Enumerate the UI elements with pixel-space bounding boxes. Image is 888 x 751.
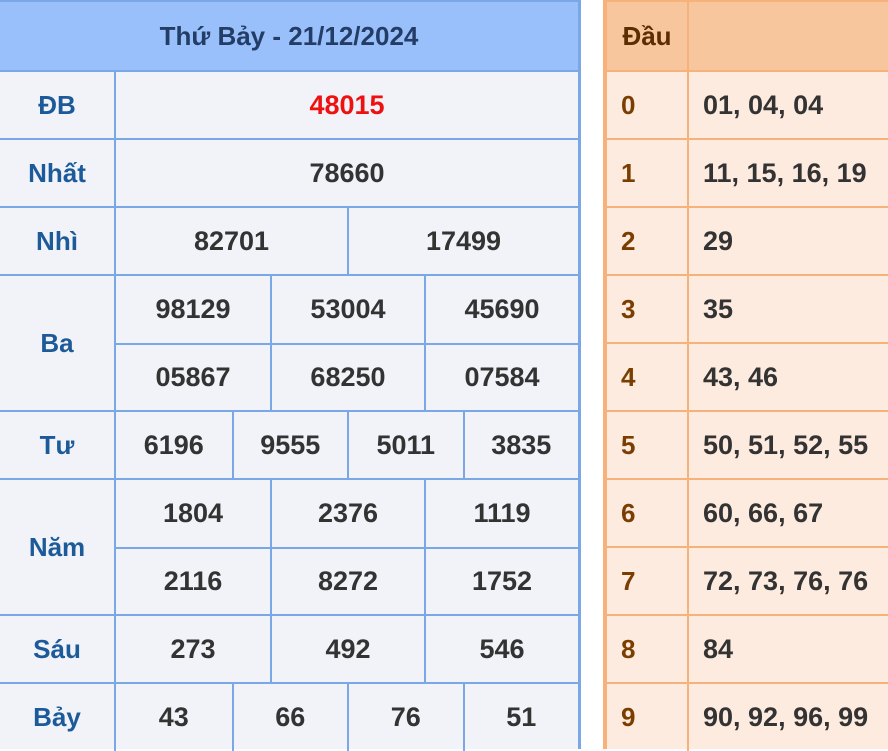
prize-tu-number: 6196 xyxy=(143,429,204,460)
prize-label-nhi: Nhì xyxy=(0,208,116,274)
prize-tu-number: 9555 xyxy=(231,412,348,478)
prize-row-nhi: Nhì 82701 17499 xyxy=(0,208,578,276)
prize-row-nam: Năm 1804 2376 1119 2116 8272 1752 xyxy=(0,480,578,616)
loto-values: 35 xyxy=(703,293,734,324)
loto-dau-digit: 7 xyxy=(607,548,689,614)
prize-nam-number: 1119 xyxy=(423,480,578,547)
prize-ba-number: 98129 xyxy=(155,294,231,324)
prize-bay-number: 76 xyxy=(347,684,463,751)
prize-nhi-number: 17499 xyxy=(347,208,578,274)
prize-nam-number: 2376 xyxy=(269,480,424,547)
loto-dau-digit: 6 xyxy=(607,480,689,546)
prize-ba-number: 45690 xyxy=(423,276,578,343)
loto-row: 1 11, 15, 16, 19 xyxy=(607,140,888,208)
loto-row: 2 29 xyxy=(607,208,888,276)
prize-sau-number: 273 xyxy=(170,633,216,664)
prize-nhi-number: 82701 xyxy=(193,225,270,256)
prize-row-nhat: Nhất 78660 xyxy=(0,140,578,208)
prize-bay-number: 51 xyxy=(462,684,579,751)
prize-db-number: 48015 xyxy=(309,89,385,120)
loto-row: 7 72, 73, 76, 76 xyxy=(607,548,888,616)
prize-label-ba: Ba xyxy=(0,276,116,410)
prize-row-ba: Ba 98129 53004 45690 05867 68250 07584 xyxy=(0,276,578,412)
prize-label-tu: Tư xyxy=(0,412,116,478)
prize-ba-number: 05867 xyxy=(116,343,270,410)
prize-label-sau: Sáu xyxy=(0,616,116,682)
loto-values: 43, 46 xyxy=(703,361,779,392)
loto-header-dau: Đầu xyxy=(607,2,689,70)
loto-dau-digit: 8 xyxy=(607,616,689,682)
prize-row-tu: Tư 6196 9555 5011 3835 xyxy=(0,412,578,480)
loto-dau-digit: 1 xyxy=(607,140,689,206)
prize-sau-number: 546 xyxy=(423,616,578,682)
loto-row: 4 43, 46 xyxy=(607,344,888,412)
loto-row: 0 01, 04, 04 xyxy=(607,72,888,140)
loto-values: 90, 92, 96, 99 xyxy=(703,702,869,732)
loto-row: 6 60, 66, 67 xyxy=(607,480,888,548)
prize-nhat-number: 78660 xyxy=(309,157,385,188)
results-header: Thứ Bảy - 21/12/2024 xyxy=(0,2,578,72)
prize-ba-number: 68250 xyxy=(269,343,424,410)
prize-label-nam: Năm xyxy=(0,480,116,614)
prize-bay-number: 43 xyxy=(158,702,189,732)
loto-row: 8 84 xyxy=(607,616,888,684)
loto-row: 3 35 xyxy=(607,276,888,344)
loto-values: 72, 73, 76, 76 xyxy=(703,565,869,596)
prize-nam-number: 1752 xyxy=(423,547,578,614)
prize-sau-number: 492 xyxy=(269,616,424,682)
prize-bay-number: 66 xyxy=(231,684,348,751)
prize-label-nhat: Nhất xyxy=(0,140,116,206)
draw-date-title: Thứ Bảy - 21/12/2024 xyxy=(159,20,419,51)
prize-tu-number: 3835 xyxy=(462,412,579,478)
loto-dau-digit: 2 xyxy=(607,208,689,274)
prize-nam-number: 2116 xyxy=(116,547,270,614)
loto-values: 29 xyxy=(703,225,734,256)
loto-header-row: Đầu xyxy=(607,2,888,72)
loto-values: 01, 04, 04 xyxy=(703,89,824,120)
loto-head-table: Đầu 0 01, 04, 04 1 11, 15, 16, 19 2 29 3… xyxy=(603,0,888,751)
prize-ba-number: 53004 xyxy=(269,276,424,343)
loto-values: 84 xyxy=(703,633,734,664)
loto-row: 9 90, 92, 96, 99 xyxy=(607,684,888,751)
prize-row-db: ĐB 48015 xyxy=(0,72,578,140)
prize-label-db: ĐB xyxy=(0,72,116,138)
prize-row-bay: Bảy 43 66 76 51 xyxy=(0,684,578,751)
prize-tu-number: 5011 xyxy=(347,412,463,478)
loto-row: 5 50, 51, 52, 55 xyxy=(607,412,888,480)
loto-dau-digit: 3 xyxy=(607,276,689,342)
loto-values: 60, 66, 67 xyxy=(703,497,824,528)
loto-dau-digit: 4 xyxy=(607,344,689,410)
prize-row-sau: Sáu 273 492 546 xyxy=(0,616,578,684)
prize-label-bay: Bảy xyxy=(0,684,116,751)
loto-values: 11, 15, 16, 19 xyxy=(703,157,867,188)
results-table: Thứ Bảy - 21/12/2024 ĐB 48015 Nhất 78660… xyxy=(0,0,581,751)
loto-values: 50, 51, 52, 55 xyxy=(703,429,869,460)
loto-dau-digit: 5 xyxy=(607,412,689,478)
loto-dau-digit: 0 xyxy=(607,72,689,138)
prize-nam-number: 1804 xyxy=(162,498,224,528)
loto-dau-digit: 9 xyxy=(607,684,689,751)
prize-nam-number: 8272 xyxy=(269,547,424,614)
prize-ba-number: 07584 xyxy=(423,343,578,410)
